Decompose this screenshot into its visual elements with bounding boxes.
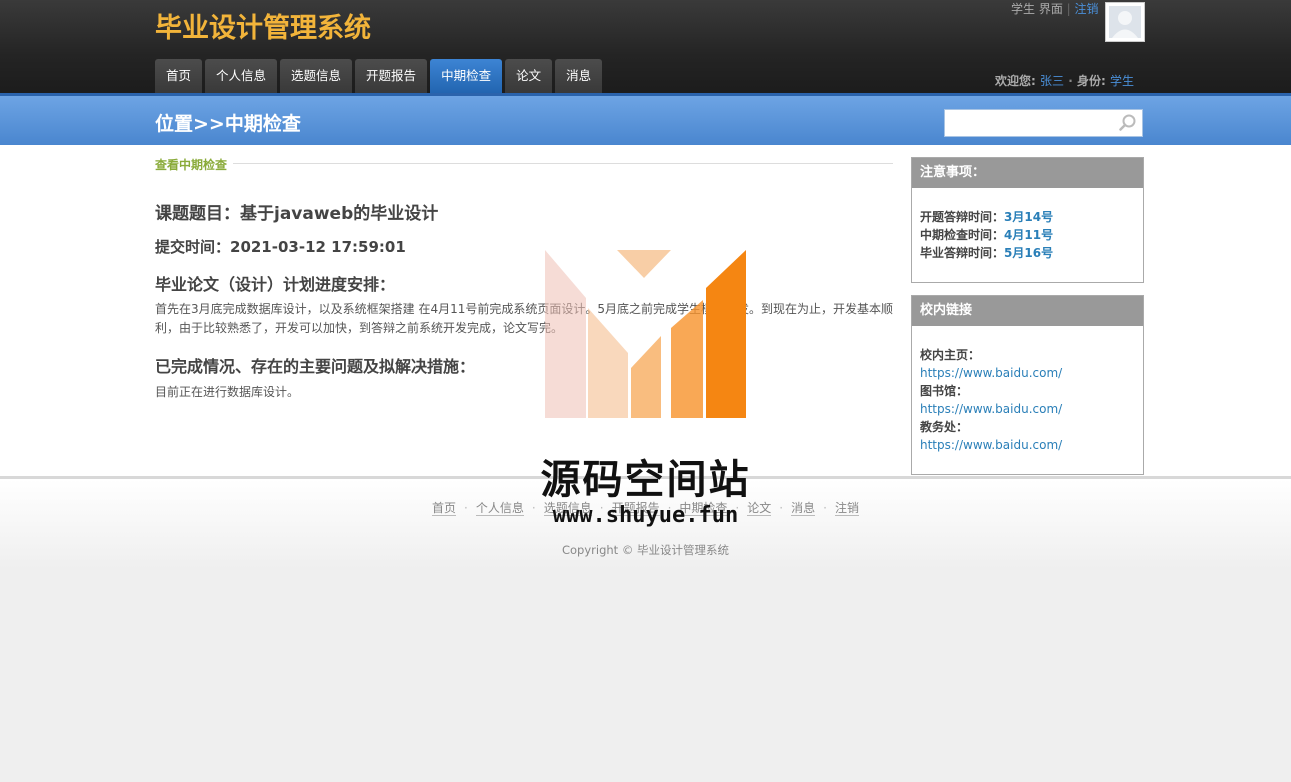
notice-item: 中期检查时间：4月11号 (920, 228, 1054, 242)
topic-heading: 课题题目：基于javaweb的毕业设计 (155, 204, 439, 224)
plan-heading: 毕业论文（设计）计划进度安排： (155, 275, 396, 294)
search-input[interactable] (945, 110, 1115, 136)
link-label: 图书馆： (920, 384, 969, 398)
role-prefix: 身份: (1076, 74, 1106, 88)
welcome-bar: 欢迎您: 张三 · 身份: 学生 (995, 74, 1134, 88)
tab-midterm-check[interactable]: 中期检查 (430, 59, 503, 93)
top-links: 学生 界面 | 注销 (1011, 2, 1099, 16)
watermark-name: 源码空间站 (540, 457, 751, 503)
notice-item: 开题答辩时间：3月14号 (920, 210, 1054, 224)
watermark-url: www.shuyue.fun (552, 503, 739, 528)
copyright: Copyright © 毕业设计管理系统 (561, 543, 729, 557)
progress-text: 目前正在进行数据库设计。 (155, 385, 300, 399)
tab-topic-selection[interactable]: 选题信息 (280, 59, 353, 93)
app-header: 毕业设计管理系统 学生 界面 | 注销 首页 个人信息 选题信息 开题报告 中期… (0, 0, 1291, 93)
progress-heading: 已完成情况、存在的主要问题及拟解决措施： (155, 357, 476, 376)
link-label: 教务处： (920, 420, 969, 434)
notice-title: 注意事项： (912, 158, 1143, 188)
notice-item: 毕业答辩时间：5月16号 (920, 246, 1054, 260)
library-link[interactable]: https://www.baidu.com/ (920, 402, 1062, 416)
tab-proposal-report[interactable]: 开题报告 (355, 59, 428, 93)
logout-link[interactable]: 注销 (1075, 2, 1099, 16)
search-box (944, 109, 1143, 137)
user-role: 学生 (1109, 74, 1134, 88)
section-label: 查看中期检查 (155, 158, 228, 172)
campus-homepage-link[interactable]: https://www.baidu.com/ (920, 366, 1062, 380)
submit-time: 提交时间：2021-03-12 17:59:01 (155, 238, 406, 256)
tab-home[interactable]: 首页 (155, 59, 203, 93)
tab-personal-info[interactable]: 个人信息 (205, 59, 278, 93)
page-title: 位置>>中期检查 (155, 113, 301, 135)
watermark-logo-icon (545, 250, 746, 418)
link-label: 校内主页： (920, 348, 981, 362)
role-ui-label: 学生 界面 (1011, 2, 1063, 16)
avatar[interactable] (1105, 2, 1145, 42)
notice-panel: 注意事项： 开题答辩时间：3月14号 中期检查时间：4月11号 毕业答辩时间：5… (911, 157, 1144, 283)
user-name-link[interactable]: 张三 (1040, 74, 1064, 88)
section-divider (233, 163, 893, 164)
search-icon[interactable] (1118, 113, 1138, 133)
location-bar: 位置>>中期检查 (0, 93, 1291, 145)
main-nav: 首页 个人信息 选题信息 开题报告 中期检查 论文 消息 (155, 59, 605, 93)
welcome-prefix: 欢迎您: (995, 74, 1036, 88)
user-avatar-icon (1109, 6, 1141, 38)
campus-links-title: 校内链接 (912, 296, 1143, 326)
tab-messages[interactable]: 消息 (555, 59, 603, 93)
tab-thesis[interactable]: 论文 (505, 59, 553, 93)
plan-text: 首先在3月底完成数据库设计，以及系统框架搭建 在4月11号前完成系统页面设计。5… (155, 302, 893, 335)
app-logo-title: 毕业设计管理系统 (155, 13, 371, 44)
